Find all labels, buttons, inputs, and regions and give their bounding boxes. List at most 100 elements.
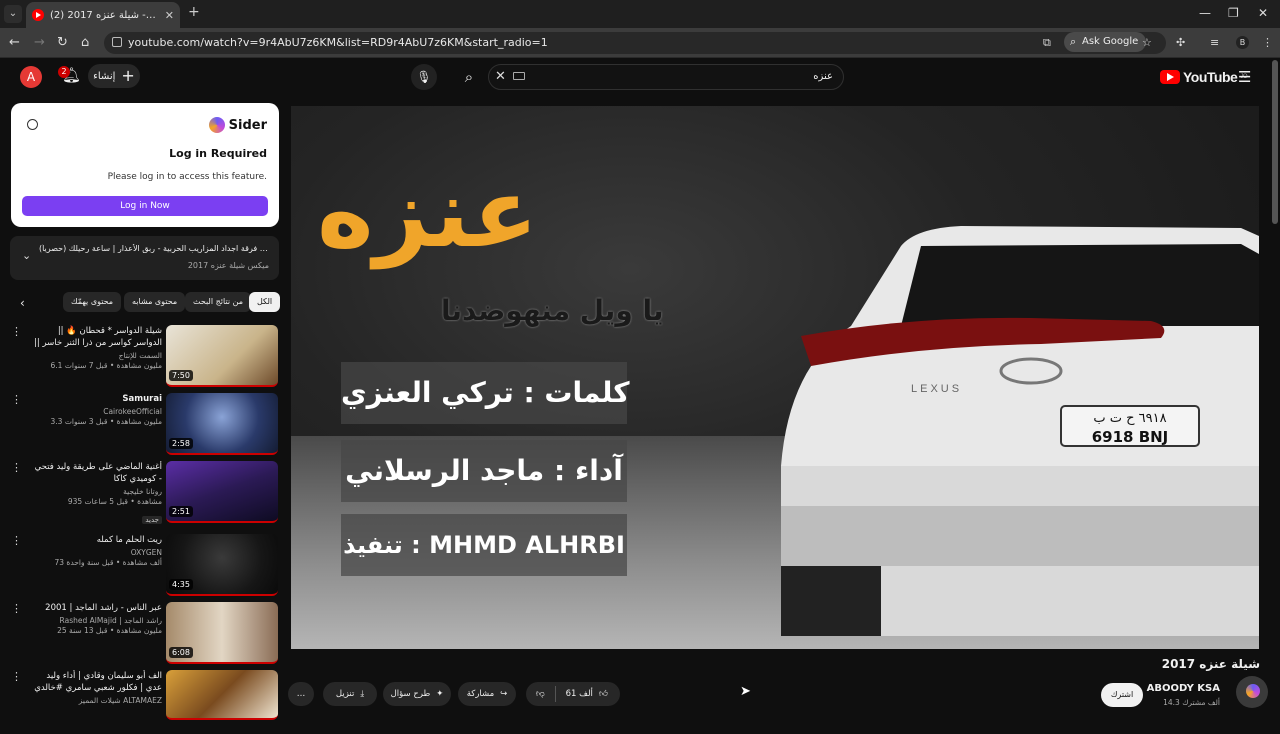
chips-previous-arrow-icon[interactable]: ‹ (20, 296, 25, 310)
forward-arrow-icon[interactable]: → (34, 35, 45, 50)
video-thumbnail[interactable] (166, 670, 278, 720)
download-label: تنزيل (335, 689, 355, 699)
video-title[interactable]: شيلة الدواسر * قحطان 🔥 || الدواسر كواسر … (30, 325, 162, 349)
subscribe-button[interactable]: اشترك (1101, 683, 1143, 707)
share-button[interactable]: مشاركة ↪ (458, 682, 516, 706)
share-arrow-icon: ↪ (500, 689, 508, 699)
more-options-icon[interactable]: ⋮ (11, 602, 22, 615)
video-thumbnail[interactable]: 2:51 (166, 461, 278, 523)
dislike-icon[interactable]: 👎︎ (536, 689, 545, 699)
channel-name[interactable]: السمت للإنتاج (30, 351, 162, 361)
video-thumbnail[interactable]: 6:08 (166, 602, 278, 664)
recommendation-info: ريت الحلم ما كمله OXYGEN 73 ألف مشاهدة •… (30, 534, 162, 568)
video-duration: 7:50 (169, 370, 193, 381)
recommendation-item[interactable]: ⋮ شيلة الدواسر * قحطان 🔥 || الدواسر كواس… (0, 325, 280, 389)
bookmark-star-icon[interactable]: ☆ (1142, 36, 1152, 49)
address-bar[interactable]: youtube.com/watch?v=9r4AbU7z6KM&list=RD9… (104, 32, 1166, 54)
more-options-icon[interactable]: ⋮ (11, 325, 22, 338)
profile-avatar[interactable]: B (1236, 36, 1249, 49)
ask-google-button[interactable]: Ask Google (1064, 32, 1147, 52)
video-meta: 6.1 مليون مشاهدة • قبل 7 سنوات (50, 361, 163, 370)
channel-name[interactable]: Rashed AlMajid | راشد الماجد (30, 616, 162, 626)
recommendation-item[interactable]: ⋮ ريت الحلم ما كمله OXYGEN 73 ألف مشاهدة… (0, 534, 280, 598)
tab-title: (2) شيلة عنزه 2017 - YouTube (50, 9, 159, 21)
channel-name[interactable]: OXYGEN (30, 548, 162, 558)
sider-title: Log in Required (169, 147, 267, 160)
window-minimize-button[interactable]: — (1199, 6, 1211, 20)
license-plate-arabic: ٦٩١٨ ح ت ب (1093, 411, 1166, 426)
like-icon[interactable]: 👍︎ (599, 689, 608, 699)
browser-toolbar: ← → ↻ ⌂ youtube.com/watch?v=9r4AbU7z6KM&… (0, 28, 1280, 58)
video-title[interactable]: الف أبو سليمان وقادي | أداء وليد عدي | ف… (30, 670, 162, 694)
back-arrow-icon[interactable]: ← (9, 35, 20, 50)
youtube-logo[interactable]: YouTube JO (1160, 68, 1247, 86)
keyboard-icon[interactable] (513, 72, 525, 80)
video-player[interactable]: عنزه يا ويل منهوضدنا كلمات : تركي العنزي… (291, 106, 1259, 649)
new-badge: جديد (142, 516, 162, 524)
site-info-icon[interactable] (112, 37, 122, 47)
reload-icon[interactable]: ↻ (57, 35, 68, 50)
recommendation-item[interactable]: ⋮ الف أبو سليمان وقادي | أداء وليد عدي |… (0, 670, 280, 734)
page-scrollbar[interactable] (1272, 60, 1278, 224)
window-maximize-button[interactable]: ❐ (1228, 6, 1239, 20)
reading-list-icon[interactable]: ≡ (1210, 36, 1219, 49)
ask-label: طرح سؤال (390, 689, 431, 699)
mouse-cursor-icon: ➤ (740, 684, 751, 699)
video-overlay-title: عنزه (317, 157, 540, 269)
video-title[interactable]: أغنية الماضي على طريقة وليد فتحي - كوميد… (30, 461, 162, 485)
clear-search-icon[interactable]: ✕ (495, 69, 506, 84)
playlist-name: ميكس شيلة عنزه 2017 (187, 261, 269, 270)
recommendation-item[interactable]: ⋮ أغنية الماضي على طريقة وليد فتحي - كوم… (0, 461, 280, 525)
sider-message: Please log in to access this feature. (107, 172, 267, 182)
playlist-panel[interactable]: ⌄ التالي: فرقة اجداد المزاريب الحربية - … (10, 236, 279, 280)
new-tab-button[interactable]: + (188, 4, 200, 20)
more-actions-button[interactable]: … (288, 682, 314, 706)
home-icon[interactable]: ⌂ (81, 35, 89, 50)
chip-similar[interactable]: محتوى مشابه (124, 292, 186, 312)
voice-search-mic-icon[interactable]: 🎙︎ (411, 64, 437, 90)
video-thumbnail[interactable]: 4:35 (166, 534, 278, 596)
video-meta: 935 مشاهدة • قبل 5 ساعات (67, 497, 162, 506)
search-icon[interactable]: ⌕ (452, 64, 486, 90)
sider-brand-name: Sider (228, 117, 267, 133)
video-title[interactable]: عبر الناس - راشد الماجد | 2001 (30, 602, 162, 614)
window-close-button[interactable]: ✕ (1258, 6, 1268, 20)
video-thumbnail[interactable]: 7:50 (166, 325, 278, 387)
account-avatar[interactable]: A (20, 66, 42, 88)
recommendation-info: عبر الناس - راشد الماجد | 2001 Rashed Al… (30, 602, 162, 636)
video-title[interactable]: ريت الحلم ما كمله (30, 534, 162, 546)
more-options-icon[interactable]: ⋮ (11, 461, 22, 474)
search-input[interactable]: ✕ عنزه (488, 64, 844, 90)
recommendation-info: شيلة الدواسر * قحطان 🔥 || الدواسر كواسر … (30, 325, 162, 371)
tab-search-button[interactable]: ⌄ (4, 5, 22, 23)
chip-from-search[interactable]: من نتائج البحث (185, 292, 252, 312)
ask-button[interactable]: طرح سؤال ✦ (383, 682, 451, 706)
browser-tab[interactable]: (2) شيلة عنزه 2017 - YouTube ✕ (26, 2, 180, 28)
install-app-icon[interactable]: ⧉ (1043, 36, 1051, 50)
extensions-puzzle-icon[interactable]: ✣ (1176, 36, 1185, 49)
channel-name-main[interactable]: ABOODY KSA (1147, 683, 1220, 694)
guide-menu-icon[interactable]: ☰ (1238, 68, 1251, 86)
tab-close-icon[interactable]: ✕ (165, 9, 174, 22)
channel-name[interactable]: روتانا خليجية (30, 487, 162, 497)
channel-avatar[interactable] (1236, 676, 1268, 708)
download-button[interactable]: تنزيل ⤓ (323, 682, 377, 706)
video-meta: 73 ألف مشاهدة • قبل سنة واحدة (54, 558, 162, 567)
chip-all[interactable]: الكل (249, 292, 281, 312)
chevron-down-icon[interactable]: ⌄ (22, 249, 31, 262)
more-options-icon[interactable]: ⋮ (11, 534, 22, 547)
recommendation-item[interactable]: ⋮ عبر الناس - راشد الماجد | 2001 Rashed … (0, 602, 280, 666)
more-options-icon[interactable]: ⋮ (11, 670, 22, 683)
video-title[interactable]: Samurai (30, 393, 162, 405)
plus-icon: + (121, 66, 135, 85)
channel-name[interactable]: شيلات المميز ALTAMAEZ (30, 696, 162, 706)
channel-name[interactable]: CairokeeOfficial (30, 407, 162, 417)
sider-login-button[interactable]: Log in Now (22, 196, 268, 216)
chip-related[interactable]: محتوى يهمّك (63, 292, 122, 312)
settings-gear-icon[interactable] (27, 119, 38, 130)
recommendation-item[interactable]: ⋮ Samurai CairokeeOfficial 3.3 مليون مشا… (0, 393, 280, 457)
more-options-icon[interactable]: ⋮ (11, 393, 22, 406)
browser-menu-icon[interactable]: ⋮ (1262, 36, 1273, 49)
create-button[interactable]: إنشاء + (88, 64, 140, 88)
video-thumbnail[interactable]: 2:58 (166, 393, 278, 455)
